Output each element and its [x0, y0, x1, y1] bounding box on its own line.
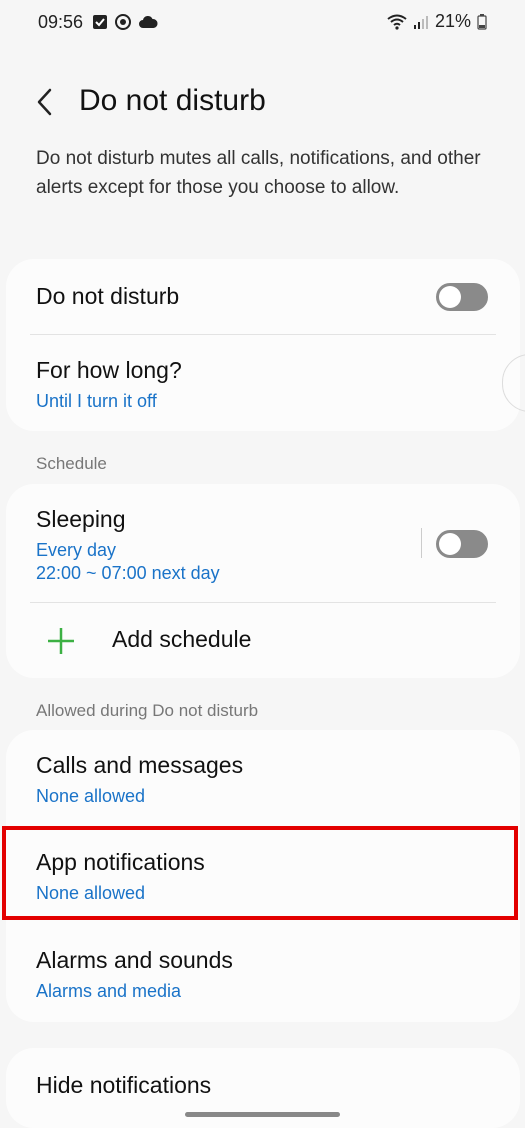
schedule-item-time: 22:00 ~ 07:00 next day: [36, 563, 220, 583]
checkbox-icon: [93, 15, 107, 29]
highlight-box: [2, 826, 518, 920]
divider: [30, 334, 496, 335]
hide-notifications-row[interactable]: Hide notifications: [36, 1072, 490, 1099]
back-arrow-icon[interactable]: [30, 86, 60, 118]
status-icons-left: [92, 13, 158, 31]
calls-messages-value: None allowed: [36, 786, 146, 806]
schedule-card: Sleeping Every day 22:00 ~ 07:00 next da…: [6, 484, 520, 678]
calls-messages-title: Calls and messages: [36, 752, 244, 778]
vertical-divider: [421, 528, 422, 558]
gesture-bar: [185, 1112, 340, 1117]
allowed-section-label: Allowed during Do not disturb: [36, 701, 259, 720]
status-time: 09:56: [38, 12, 84, 32]
dnd-card: Do not disturb For how long? Until I tur…: [6, 259, 520, 431]
add-schedule-label: Add schedule: [112, 626, 252, 652]
dnd-toggle-row[interactable]: Do not disturb: [36, 283, 490, 335]
how-long-row[interactable]: For how long? Until I turn it off: [36, 357, 490, 412]
app-header: Do not disturb: [0, 80, 525, 124]
page-title: Do not disturb: [79, 84, 266, 117]
sync-icon: [115, 14, 131, 30]
how-long-title: For how long?: [36, 357, 182, 383]
signal-icon: [413, 15, 428, 29]
schedule-item-sleeping[interactable]: Sleeping Every day 22:00 ~ 07:00 next da…: [36, 506, 490, 586]
how-long-value: Until I turn it off: [36, 391, 157, 411]
calls-messages-row[interactable]: Calls and messages None allowed: [36, 752, 490, 807]
sleeping-switch[interactable]: [436, 530, 488, 558]
hide-notifications-title: Hide notifications: [36, 1072, 212, 1098]
dnd-switch-knob: [439, 286, 461, 308]
cloud-icon: [139, 15, 158, 28]
status-bar: 09:56 21%: [0, 0, 525, 46]
alarms-sounds-value: Alarms and media: [36, 981, 182, 1001]
dnd-label: Do not disturb: [36, 283, 180, 309]
dnd-switch[interactable]: [436, 283, 488, 311]
battery-icon: [477, 13, 487, 30]
battery-percent: 21%: [434, 11, 471, 31]
plus-icon: [48, 628, 74, 654]
alarms-sounds-title: Alarms and sounds: [36, 947, 233, 973]
wifi-icon: [387, 14, 407, 30]
alarms-sounds-row[interactable]: Alarms and sounds Alarms and media: [36, 947, 490, 1002]
sleeping-switch-knob: [439, 533, 461, 555]
add-schedule-row[interactable]: Add schedule: [36, 622, 490, 662]
schedule-section-label: Schedule: [36, 454, 107, 473]
page-description: Do not disturb mutes all calls, notifica…: [36, 148, 481, 198]
divider: [30, 602, 496, 603]
status-icons-right: 21%: [387, 11, 487, 32]
